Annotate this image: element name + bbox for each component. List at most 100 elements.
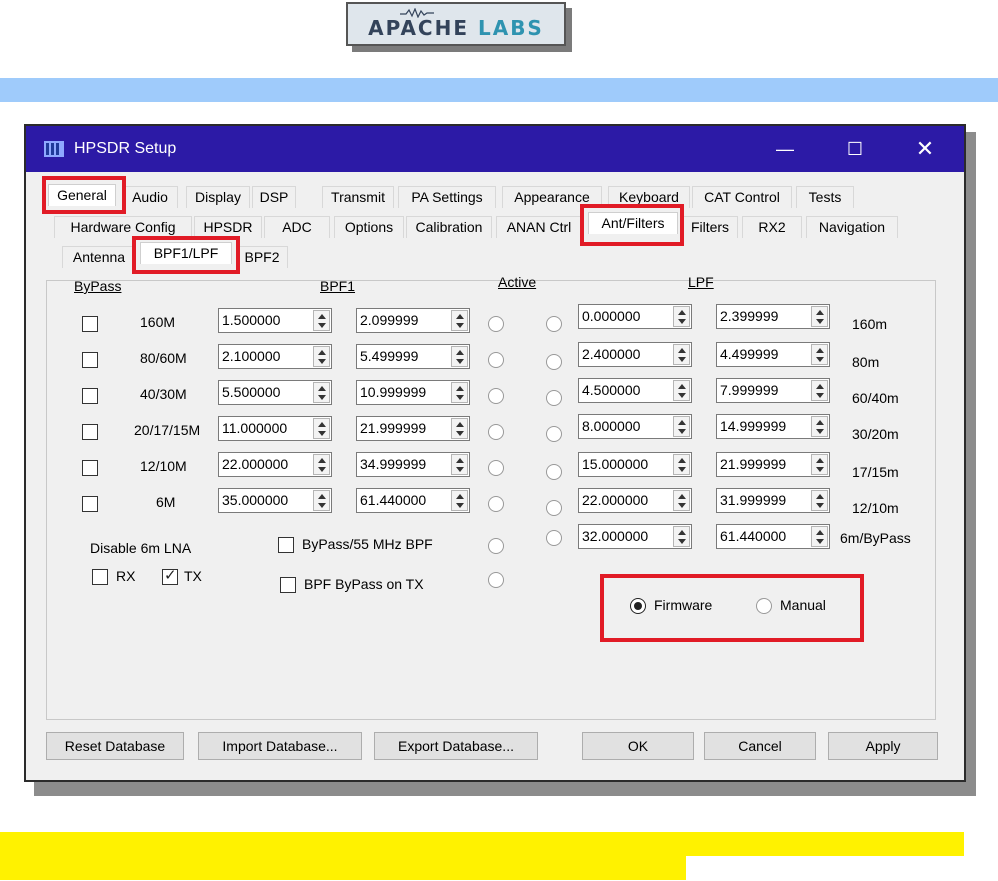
tab-display[interactable]: Display [186,186,250,208]
lpf-low-spin[interactable]: 4.500000 [578,378,692,403]
lpf-active-radio[interactable] [546,316,562,332]
tab-anan-ctrl[interactable]: ANAN Ctrl [496,216,582,238]
spin-arrows-icon[interactable] [811,526,828,547]
firmware-radio[interactable] [630,598,646,614]
spin-arrows-icon[interactable] [673,380,690,401]
tab-audio[interactable]: Audio [122,186,178,208]
spin-arrows-icon[interactable] [313,346,330,367]
spin-arrows-icon[interactable] [673,344,690,365]
bpf-low-spin[interactable]: 1.500000 [218,308,332,333]
close-icon[interactable]: ✕ [910,136,940,162]
reset-database-button[interactable]: Reset Database [46,732,184,760]
manual-radio[interactable] [756,598,772,614]
bypass-checkbox[interactable] [82,460,98,476]
lpf-active-radio[interactable] [546,354,562,370]
spin-arrows-icon[interactable] [451,346,468,367]
ok-button[interactable]: OK [582,732,694,760]
spin-arrows-icon[interactable] [811,344,828,365]
spin-arrows-icon[interactable] [313,454,330,475]
bypass-checkbox[interactable] [82,424,98,440]
minimize-icon[interactable]: — [770,136,800,162]
bpf-high-spin[interactable]: 34.999999 [356,452,470,477]
tab-keyboard[interactable]: Keyboard [608,186,690,208]
lpf-low-spin[interactable]: 0.000000 [578,304,692,329]
spin-arrows-icon[interactable] [811,490,828,511]
bypass-checkbox[interactable] [82,316,98,332]
tab-general[interactable]: General [48,184,116,206]
spin-arrows-icon[interactable] [673,306,690,327]
bpf-active-radio[interactable] [488,496,504,512]
tab-pa-settings[interactable]: PA Settings [398,186,496,208]
tab-ant-filters[interactable]: Ant/Filters [588,212,678,234]
lna-tx-checkbox[interactable] [162,566,178,585]
spin-arrows-icon[interactable] [313,310,330,331]
bpf-active-radio[interactable] [488,424,504,440]
bpf-high-spin[interactable]: 21.999999 [356,416,470,441]
lpf-active-radio[interactable] [546,500,562,516]
bpf-bypass-on-tx-checkbox[interactable] [280,577,296,593]
apply-button[interactable]: Apply [828,732,938,760]
tab-antenna[interactable]: Antenna [62,246,136,268]
lpf-high-spin[interactable]: 7.999999 [716,378,830,403]
bypass-55mhz-bpf-checkbox[interactable] [278,537,294,553]
tab-calibration[interactable]: Calibration [406,216,492,238]
lpf-high-spin[interactable]: 2.399999 [716,304,830,329]
lpf-high-spin[interactable]: 61.440000 [716,524,830,549]
bpf-high-spin[interactable]: 61.440000 [356,488,470,513]
bpf-active-radio[interactable] [488,316,504,332]
bpf-high-spin[interactable]: 10.999999 [356,380,470,405]
spin-arrows-icon[interactable] [313,490,330,511]
spin-arrows-icon[interactable] [673,526,690,547]
tab-adc[interactable]: ADC [264,216,330,238]
bypass-checkbox[interactable] [82,352,98,368]
bpf-low-spin[interactable]: 5.500000 [218,380,332,405]
lna-rx-checkbox[interactable] [92,569,108,585]
tab-transmit[interactable]: Transmit [322,186,394,208]
tab-filters[interactable]: Filters [682,216,738,238]
import-database-button[interactable]: Import Database... [198,732,362,760]
tab-dsp[interactable]: DSP [252,186,296,208]
tab-tests[interactable]: Tests [796,186,854,208]
lpf-active-radio[interactable] [546,464,562,480]
bpf-high-spin[interactable]: 2.099999 [356,308,470,333]
spin-arrows-icon[interactable] [811,416,828,437]
bpf-low-spin[interactable]: 11.000000 [218,416,332,441]
lpf-high-spin[interactable]: 31.999999 [716,488,830,513]
tab-appearance[interactable]: Appearance [502,186,602,208]
export-database-button[interactable]: Export Database... [374,732,538,760]
bypass-checkbox[interactable] [82,496,98,512]
tab-options[interactable]: Options [334,216,404,238]
spin-arrows-icon[interactable] [673,490,690,511]
spin-arrows-icon[interactable] [811,306,828,327]
spin-arrows-icon[interactable] [451,382,468,403]
bypass-checkbox[interactable] [82,388,98,404]
lpf-low-spin[interactable]: 22.000000 [578,488,692,513]
active-radio-bypass55[interactable] [488,538,504,554]
lpf-active-radio[interactable] [546,426,562,442]
tab-navigation[interactable]: Navigation [806,216,898,238]
lpf-high-spin[interactable]: 21.999999 [716,452,830,477]
spin-arrows-icon[interactable] [451,310,468,331]
lpf-active-radio[interactable] [546,390,562,406]
spin-arrows-icon[interactable] [673,416,690,437]
spin-arrows-icon[interactable] [673,454,690,475]
spin-arrows-icon[interactable] [451,490,468,511]
tab-rx2[interactable]: RX2 [742,216,802,238]
bpf-high-spin[interactable]: 5.499999 [356,344,470,369]
maximize-icon[interactable]: ☐ [840,136,870,162]
lpf-low-spin[interactable]: 15.000000 [578,452,692,477]
bpf-low-spin[interactable]: 35.000000 [218,488,332,513]
active-radio-lpf-6m[interactable] [546,530,562,546]
cancel-button[interactable]: Cancel [704,732,816,760]
bpf-active-radio[interactable] [488,352,504,368]
tab-bpf1-lpf[interactable]: BPF1/LPF [140,242,232,264]
bpf-active-radio[interactable] [488,388,504,404]
bpf-low-spin[interactable]: 22.000000 [218,452,332,477]
bpf-low-spin[interactable]: 2.100000 [218,344,332,369]
title-bar[interactable]: HPSDR Setup — ☐ ✕ [26,126,964,172]
spin-arrows-icon[interactable] [451,454,468,475]
tab-bpf2[interactable]: BPF2 [236,246,288,268]
lpf-low-spin[interactable]: 2.400000 [578,342,692,367]
spin-arrows-icon[interactable] [811,380,828,401]
spin-arrows-icon[interactable] [313,382,330,403]
